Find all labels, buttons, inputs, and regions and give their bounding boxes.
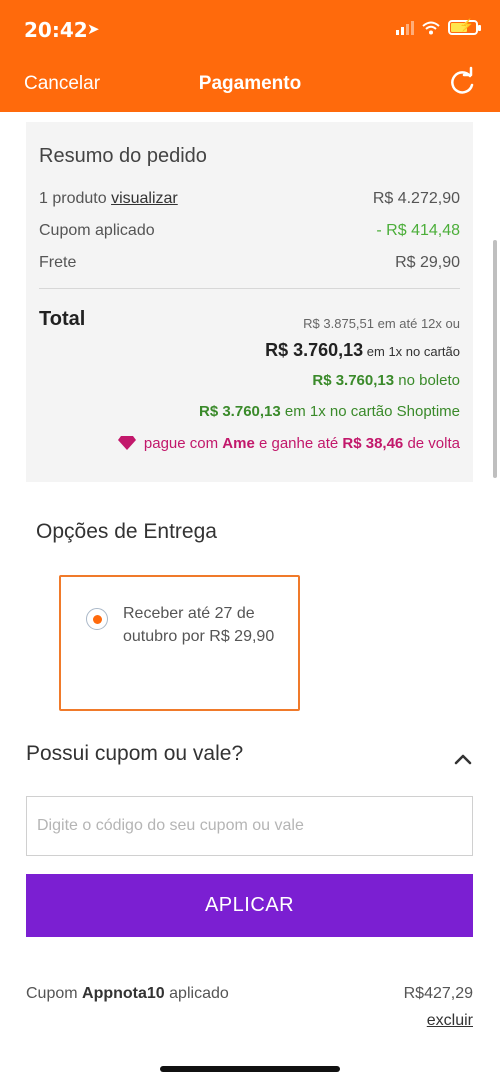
ame-suffix: de volta (407, 435, 460, 452)
delivery-option-text: Receber até 27 de outubro por R$ 29,90 (123, 605, 275, 645)
delivery-option[interactable]: Receber até 27 de outubro por R$ 29,90 (59, 575, 300, 711)
applied-coupon-value: R$427,29 (403, 985, 473, 1002)
applied-coupon-text: Cupom Appnota10 aplicado (26, 985, 229, 1003)
applied-suffix: aplicado (169, 985, 229, 1002)
boleto-amount: R$ 3.760,13 (312, 372, 395, 389)
cancel-button[interactable]: Cancelar (24, 73, 100, 95)
shipping-row: Frete R$ 29,90 (39, 254, 460, 272)
shoptime-amount: R$ 3.760,13 (199, 403, 281, 420)
wifi-icon (422, 21, 440, 34)
coupon-title: Possui cupom ou vale? (26, 742, 244, 765)
signal-bars-icon (396, 20, 414, 35)
shipping-label: Frete (39, 254, 77, 271)
ame-middle: e ganhe até (258, 435, 339, 452)
top-bar: 20:42 ➤ ⚡ Cancelar Pagamento (0, 0, 500, 112)
applied-prefix: Cupom (26, 985, 78, 1002)
refresh-icon[interactable] (446, 66, 478, 98)
home-indicator[interactable] (160, 1066, 340, 1072)
applied-code: Appnota10 (82, 985, 165, 1002)
view-products-link[interactable]: visualizar (111, 190, 178, 207)
card-price: R$ 3.760,13 em 1x no cartão (265, 340, 460, 361)
products-label: 1 produto (39, 190, 107, 207)
card-suffix: em 1x no cartão (366, 344, 460, 359)
card-amount: R$ 3.760,13 (265, 340, 364, 360)
coupon-row: Cupom aplicado - R$ 414,48 (39, 222, 460, 240)
boleto-price: R$ 3.760,13 no boleto (312, 372, 460, 389)
ame-gem-icon (117, 436, 136, 450)
delivery-radio[interactable] (86, 608, 108, 630)
shoptime-suffix: em 1x no cartão Shoptime (284, 403, 460, 420)
order-summary: Resumo do pedido 1 produto visualizar R$… (26, 122, 473, 482)
summary-title: Resumo do pedido (39, 145, 207, 167)
shipping-value: R$ 29,90 (395, 254, 460, 271)
ame-cashback: pague com Ame e ganhe até R$ 38,46 de vo… (117, 435, 460, 452)
status-time: 20:42 (24, 18, 88, 42)
ame-prefix: pague com (143, 435, 219, 452)
total-label: Total (39, 308, 86, 330)
coupon-value: - R$ 414,48 (376, 222, 460, 239)
scrollbar[interactable] (493, 240, 497, 478)
boleto-suffix: no boleto (398, 372, 460, 389)
installments-text: R$ 3.875,51 em até 12x ou (303, 316, 460, 331)
remove-coupon-link[interactable]: excluir (427, 1012, 473, 1030)
battery-charging-icon: ⚡ (448, 18, 481, 35)
location-arrow-icon: ➤ (87, 21, 100, 38)
ame-amount: R$ 38,46 (342, 435, 404, 452)
ame-brand: Ame (222, 435, 255, 452)
coupon-input[interactable] (26, 796, 473, 856)
products-value: R$ 4.272,90 (372, 190, 460, 207)
status-icons: ⚡ (396, 18, 481, 35)
delivery-title: Opções de Entrega (36, 520, 217, 543)
shoptime-price: R$ 3.760,13 em 1x no cartão Shoptime (199, 403, 460, 420)
coupon-label: Cupom aplicado (39, 222, 155, 239)
products-row: 1 produto visualizar R$ 4.272,90 (39, 190, 460, 208)
apply-button[interactable]: APLICAR (26, 874, 473, 937)
divider (39, 288, 460, 289)
chevron-up-icon[interactable] (452, 748, 474, 770)
